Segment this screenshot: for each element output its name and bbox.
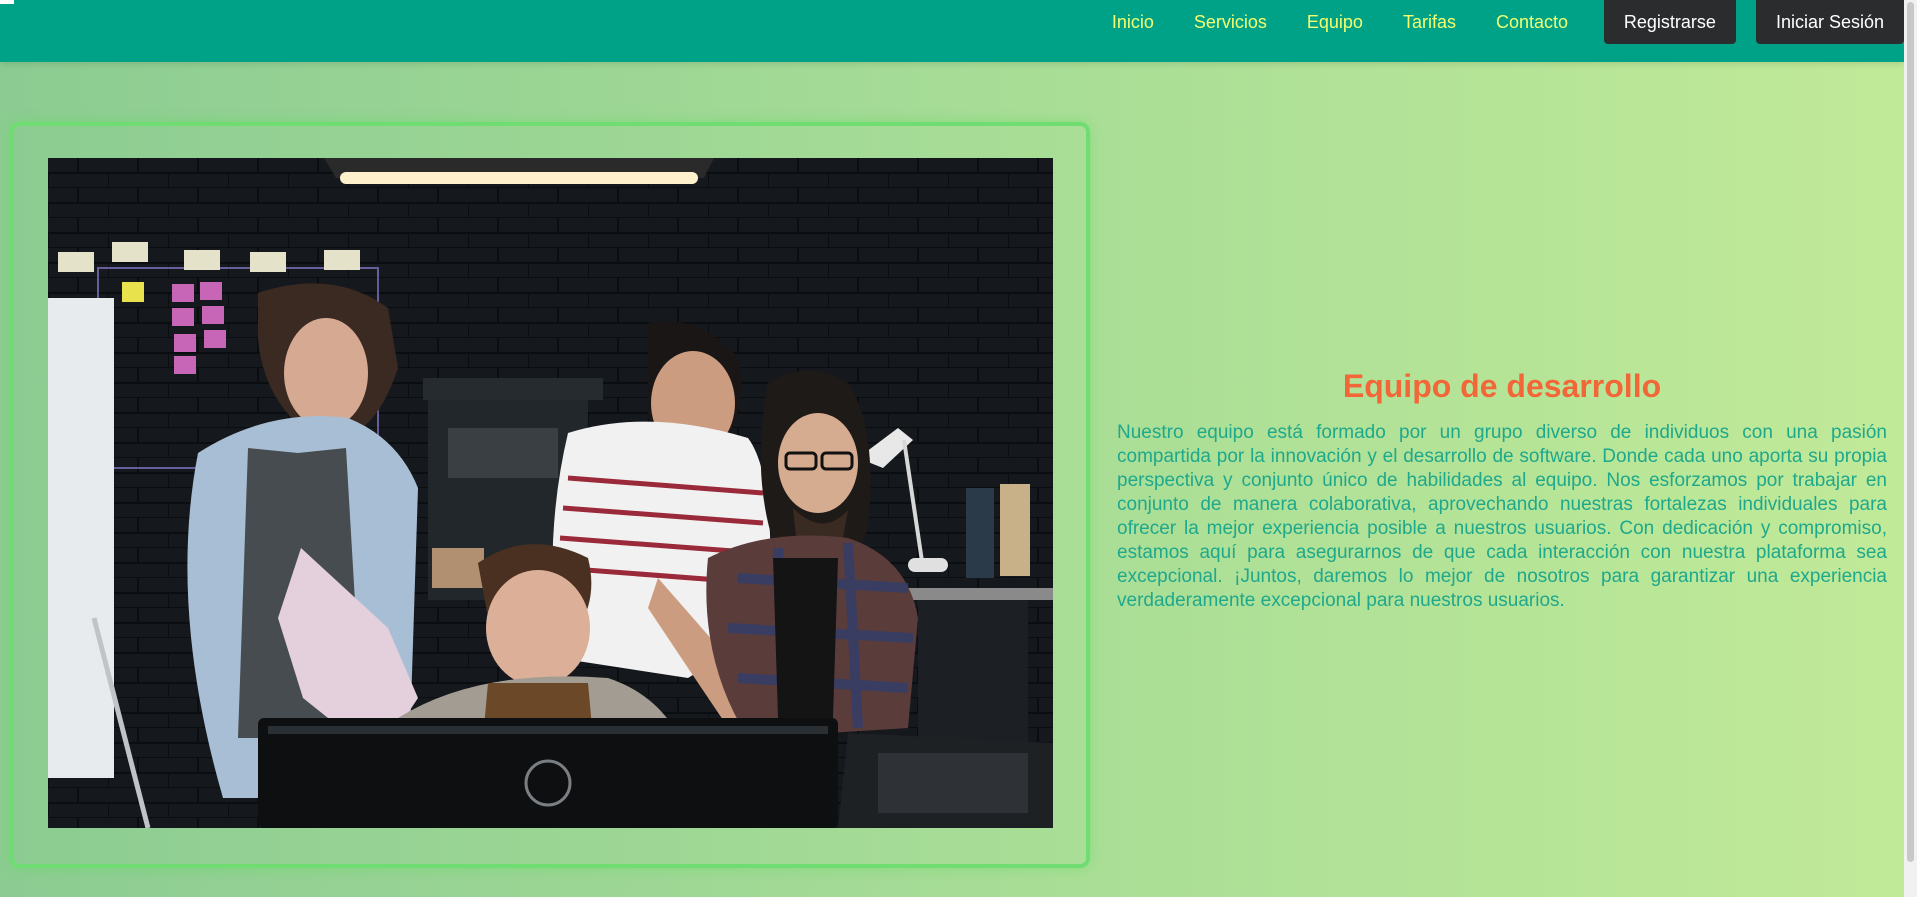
team-section: Equipo de desarrollo Nuestro equipo está…	[1117, 368, 1887, 613]
team-illustration	[48, 158, 1053, 828]
page-scrollbar[interactable]	[1904, 0, 1917, 897]
nav-link-contacto[interactable]: Contacto	[1496, 12, 1568, 33]
scrollbar-thumb[interactable]	[1907, 2, 1914, 862]
nav-link-servicios[interactable]: Servicios	[1194, 12, 1267, 33]
top-navbar: Inicio Servicios Equipo Tarifas Contacto…	[0, 0, 1904, 62]
section-title: Equipo de desarrollo	[1342, 368, 1662, 404]
team-photo	[48, 158, 1053, 828]
section-paragraph: Nuestro equipo está formado por un grupo…	[1117, 422, 1887, 611]
register-button[interactable]: Registrarse	[1603, 0, 1736, 44]
page-corner-mark	[0, 0, 14, 4]
nav-link-tarifas[interactable]: Tarifas	[1403, 12, 1456, 33]
nav-link-inicio[interactable]: Inicio	[1112, 12, 1154, 33]
login-button[interactable]: Iniciar Sesión	[1755, 0, 1904, 44]
nav-link-equipo[interactable]: Equipo	[1307, 12, 1363, 33]
auth-buttons: Registrarse Iniciar Sesión	[1603, 0, 1904, 44]
nav-links: Inicio Servicios Equipo Tarifas Contacto	[1112, 0, 1568, 44]
